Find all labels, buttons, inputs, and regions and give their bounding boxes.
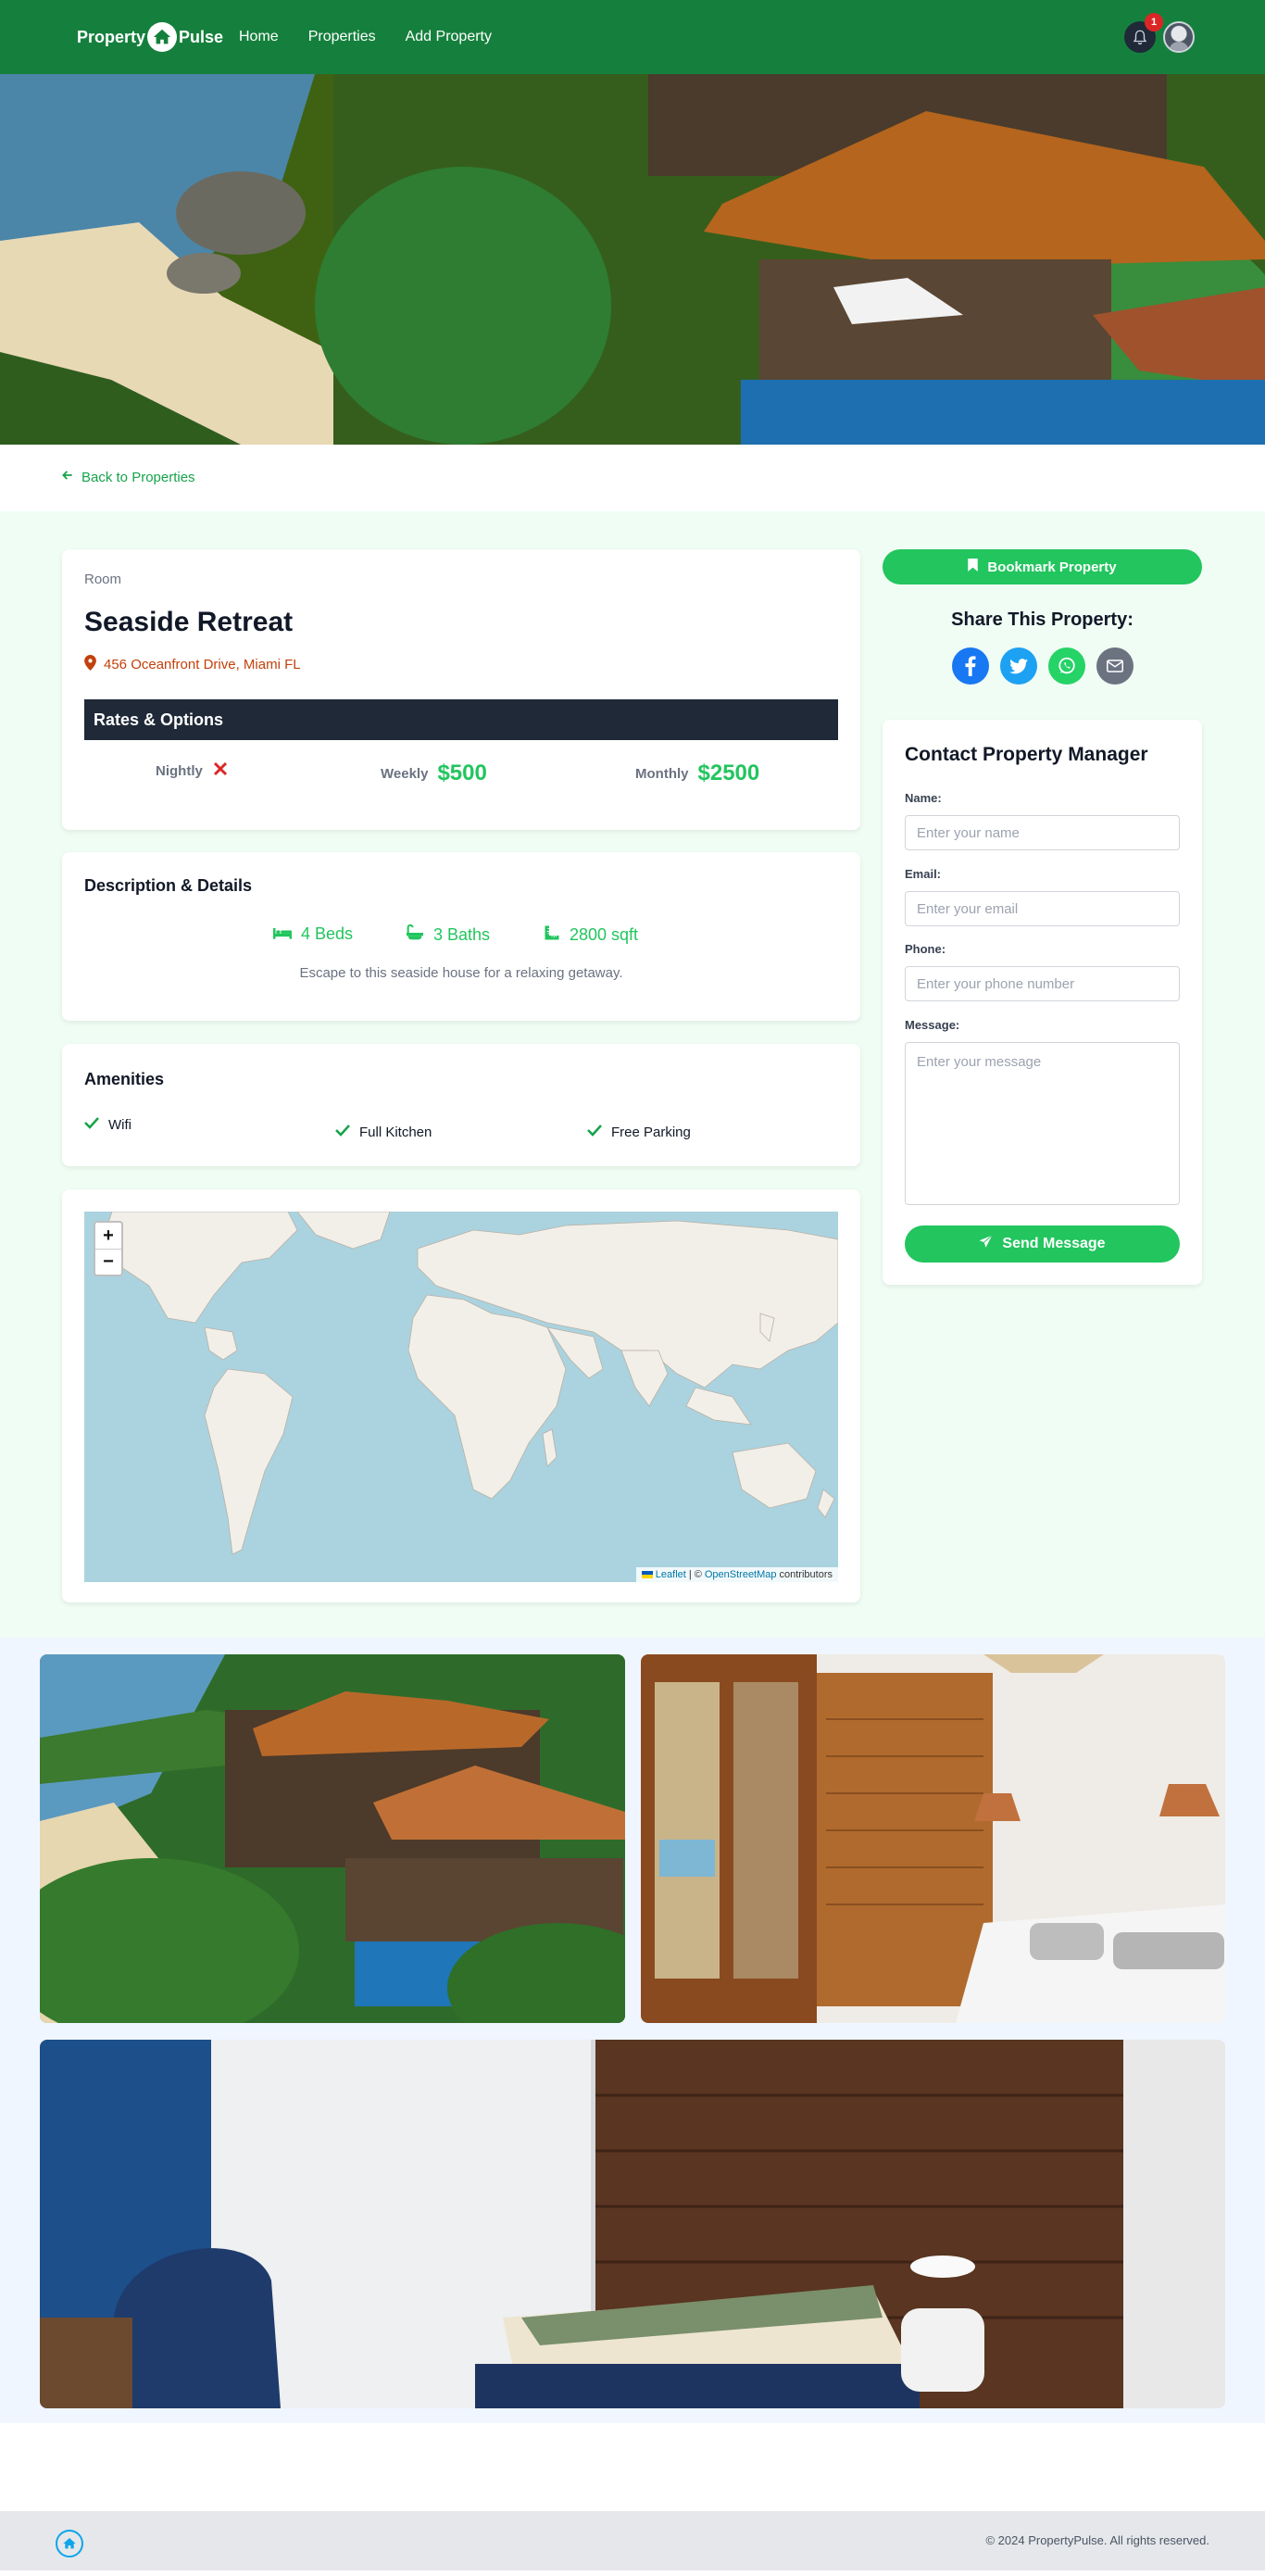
world-map[interactable]: + − Leaflet | © OpenStreetMap contributo… [84,1212,838,1582]
rate-label: Nightly [156,763,203,779]
notification-badge: 1 [1145,13,1163,31]
message-label: Message: [905,1018,960,1032]
property-title: Seaside Retreat [84,607,294,637]
map-card: + − Leaflet | © OpenStreetMap contributo… [62,1189,860,1602]
brand-text-right: Pulse [179,27,224,46]
amenity-item: Wifi [84,1116,132,1133]
name-label: Name: [905,791,942,805]
zoom-out-button[interactable]: − [95,1249,121,1275]
rate-nightly: Nightly [156,760,229,782]
footer-house-logo-icon[interactable] [56,2530,83,2557]
unavailable-x-icon [212,760,229,782]
bed-icon [273,924,292,944]
property-info-card: Room Seaside Retreat 456 Oceanfront Driv… [62,549,860,830]
amenity-label: Wifi [108,1116,132,1133]
description-card: Description & Details 4 Beds 3 Baths 280… [62,852,860,1021]
bookmark-property-button[interactable]: Bookmark Property [883,549,1202,584]
send-message-label: Send Message [1002,1236,1106,1251]
check-icon [335,1124,350,1140]
property-hero-image [0,74,1265,445]
rates-heading: Rates & Options [84,699,838,740]
navbar: Property Pulse Home Properties Add Prope… [0,0,1265,74]
gallery-image[interactable] [641,1654,1225,2023]
attribution-separator: | © [688,1569,702,1580]
rate-monthly: Monthly $2500 [635,760,759,786]
share-title: Share This Property: [951,609,1133,630]
attribution-contributors: contributors [779,1569,833,1580]
amenities-card: Amenities Wifi Full Kitchen Free Parking [62,1044,860,1166]
gallery-image[interactable] [40,1654,625,2023]
twitter-icon[interactable] [1000,647,1037,685]
rate-value: $500 [437,760,487,785]
nav-link-properties[interactable]: Properties [308,29,376,45]
sqft-feature: 2800 sqft [544,924,638,946]
map-marker-icon [84,655,96,674]
house-logo-icon [147,22,178,52]
footer: © 2024 PropertyPulse. All rights reserve… [0,2511,1265,2570]
leaflet-link[interactable]: Leaflet [656,1569,686,1580]
amenity-item: Full Kitchen [335,1124,432,1140]
email-input[interactable] [905,891,1180,926]
paper-plane-icon [979,1235,994,1253]
back-to-properties-link[interactable]: Back to Properties [61,469,195,485]
contact-title: Contact Property Manager [905,744,1148,765]
rate-value: $2500 [697,760,760,785]
message-textarea[interactable] [905,1042,1180,1205]
rate-weekly: Weekly $500 [381,760,487,786]
check-icon [84,1116,99,1133]
name-input[interactable] [905,815,1180,850]
openstreetmap-link[interactable]: OpenStreetMap [705,1569,777,1580]
beds-feature: 4 Beds [273,924,353,944]
gallery-image[interactable] [40,2040,1225,2408]
address-text: 456 Oceanfront Drive, Miami FL [104,657,301,672]
back-link-label: Back to Properties [81,469,195,485]
baths-text: 3 Baths [433,925,491,944]
ukraine-flag-icon [641,1571,653,1578]
property-address: 456 Oceanfront Drive, Miami FL [84,655,301,674]
rate-label: Monthly [635,765,689,782]
details-heading: Description & Details [84,876,253,895]
check-icon [587,1124,602,1140]
arrow-left-icon [61,469,74,485]
baths-feature: 3 Baths [406,924,490,946]
amenity-label: Free Parking [611,1124,691,1140]
amenity-item: Free Parking [587,1124,691,1140]
email-icon[interactable] [1096,647,1133,685]
zoom-in-button[interactable]: + [95,1223,121,1249]
property-type: Room [84,572,122,587]
nav-link-home[interactable]: Home [239,29,279,45]
nav-link-add-property[interactable]: Add Property [406,29,492,45]
rate-label: Weekly [381,765,429,782]
bookmark-icon [968,559,979,575]
facebook-icon[interactable] [952,647,989,685]
map-zoom-control: + − [94,1221,123,1276]
ruler-combined-icon [544,924,560,946]
footer-copyright: © 2024 PropertyPulse. All rights reserve… [985,2533,1209,2547]
brand-text-left: Property [77,27,146,46]
send-message-button[interactable]: Send Message [905,1225,1180,1263]
phone-input[interactable] [905,966,1180,1001]
sqft-text: 2800 sqft [570,925,639,944]
bath-icon [406,924,424,946]
email-label: Email: [905,867,942,881]
brand-logo[interactable]: Property Pulse [77,20,223,54]
user-avatar[interactable] [1163,21,1195,53]
map-attribution: Leaflet | © OpenStreetMap contributors [635,1567,838,1582]
contact-form-card: Contact Property Manager Name: Email: Ph… [883,720,1202,1285]
beds-text: 4 Beds [301,924,354,943]
phone-label: Phone: [905,942,946,956]
amenities-heading: Amenities [84,1070,165,1088]
amenity-label: Full Kitchen [359,1124,432,1140]
property-description: Escape to this seaside house for a relax… [299,965,623,981]
whatsapp-icon[interactable] [1048,647,1085,685]
bookmark-label: Bookmark Property [987,559,1117,575]
